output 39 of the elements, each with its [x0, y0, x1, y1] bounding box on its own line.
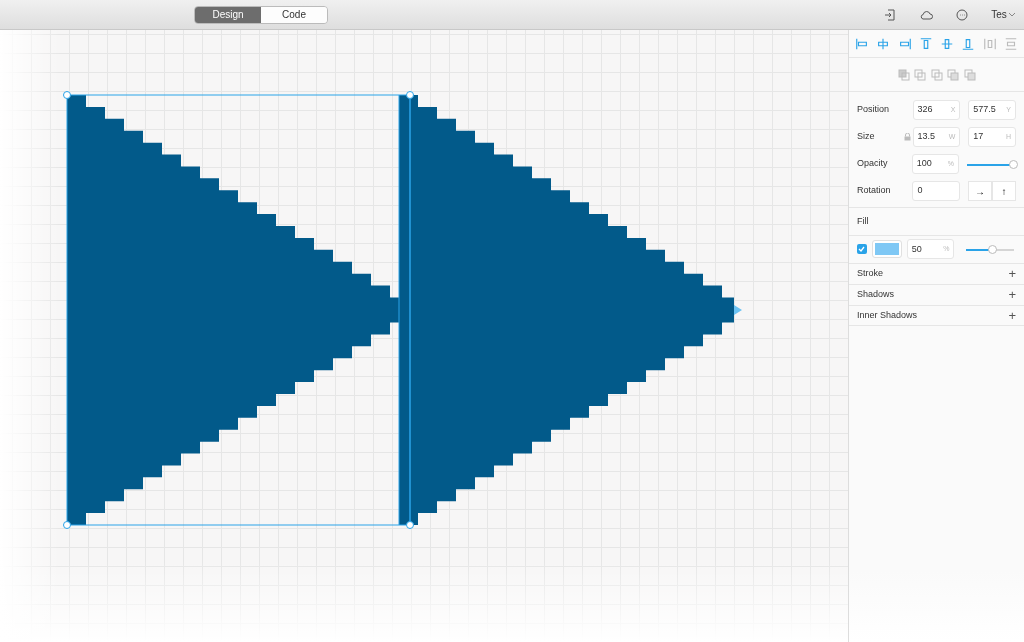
section-title: Stroke [857, 267, 883, 280]
mode-tab[interactable]: Code [261, 6, 327, 23]
lock-icon[interactable] [903, 133, 911, 141]
boolean-operation-icon[interactable] [914, 68, 926, 81]
opacity-slider[interactable] [965, 159, 1016, 169]
boolean-operation-icon[interactable] [963, 68, 976, 81]
fill-checkbox[interactable] [857, 244, 867, 255]
align-icon[interactable] [918, 36, 933, 51]
add-button[interactable]: + [1008, 308, 1016, 322]
distribute-icon[interactable] [982, 36, 997, 51]
add-button[interactable]: + [1008, 267, 1016, 281]
section-title: Shadows [857, 288, 895, 301]
fill-opacity-slider[interactable] [964, 244, 1016, 254]
boolean-operation-icon[interactable] [947, 68, 959, 81]
distribute-icon[interactable] [1003, 36, 1018, 51]
export-icon[interactable] [883, 7, 898, 22]
align-icon[interactable] [897, 36, 912, 51]
property-label: Position [857, 103, 891, 117]
comment-icon[interactable] [955, 7, 970, 22]
align-icon[interactable] [940, 36, 955, 51]
flip-button[interactable]: ↑ [992, 181, 1016, 201]
boolean-operation-icon[interactable] [897, 68, 910, 81]
property-label: Size [857, 130, 876, 144]
align-icon[interactable] [876, 36, 891, 51]
number-field[interactable]: 0 [912, 181, 960, 201]
add-button[interactable]: + [1008, 288, 1016, 302]
boolean-operation-icon[interactable] [930, 68, 943, 81]
property-label: Opacity [857, 157, 889, 171]
selection-frame[interactable] [63, 91, 414, 529]
section-title: Fill [857, 214, 869, 228]
flip-button[interactable]: → [968, 181, 992, 201]
color-swatch[interactable] [872, 241, 901, 258]
align-icon[interactable] [855, 36, 869, 51]
property-label: Rotation [857, 184, 892, 198]
align-icon[interactable] [961, 36, 976, 51]
section-title: Inner Shadows [857, 308, 918, 322]
caret-icon[interactable] [1009, 12, 1015, 17]
user-name[interactable]: Tes [991, 7, 1007, 22]
mode-tab[interactable]: Design [195, 6, 261, 23]
